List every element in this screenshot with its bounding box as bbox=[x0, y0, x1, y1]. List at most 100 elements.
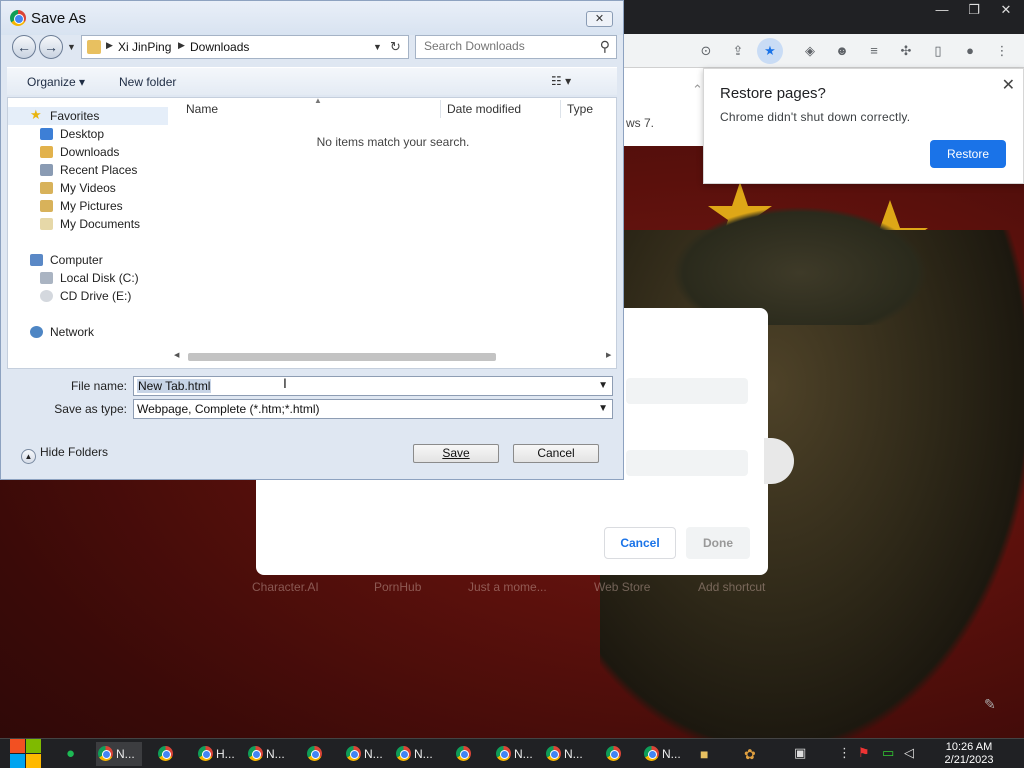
search-input[interactable] bbox=[424, 39, 594, 53]
taskbar-chrome-window[interactable]: N... bbox=[344, 742, 390, 766]
restore-title: Restore pages? bbox=[720, 85, 826, 102]
dialog-done-button[interactable]: Done bbox=[686, 527, 750, 559]
taskbar-file-explorer-icon[interactable]: ■ bbox=[700, 742, 720, 766]
taskbar-spotify-icon[interactable]: ● bbox=[66, 742, 86, 766]
profile-icon[interactable]: ● bbox=[960, 41, 980, 61]
taskbar-chrome-window[interactable] bbox=[604, 742, 634, 766]
taskbar-chrome-window[interactable]: N... bbox=[246, 742, 292, 766]
restore-button[interactable]: Restore bbox=[930, 140, 1006, 168]
lens-icon[interactable]: ⊙ bbox=[696, 41, 716, 61]
save-button[interactable]: Save bbox=[413, 444, 499, 463]
new-folder-button[interactable]: New folder bbox=[119, 75, 176, 89]
videos-folder-icon bbox=[40, 182, 53, 194]
forward-button[interactable]: → bbox=[39, 35, 63, 59]
taskbar-chrome-window[interactable] bbox=[454, 742, 484, 766]
sidebar-item-local-disk[interactable]: Local Disk (C:) bbox=[8, 269, 168, 287]
file-name-value[interactable]: New Tab.html bbox=[137, 379, 212, 393]
horizontal-scrollbar[interactable]: ◀ ▶ bbox=[168, 350, 616, 364]
chevron-down-icon[interactable]: ▼ bbox=[598, 380, 608, 391]
shortcut-label[interactable]: Character.AI bbox=[252, 580, 319, 594]
close-icon[interactable]: ✕ bbox=[586, 11, 613, 27]
chevron-down-icon[interactable]: ▼ bbox=[598, 403, 608, 414]
shortcut-label[interactable]: Add shortcut bbox=[698, 580, 765, 594]
back-button[interactable]: ← bbox=[12, 35, 36, 59]
shortcut-label[interactable]: Just a mome... bbox=[468, 580, 547, 594]
taskbar-chrome-window[interactable] bbox=[156, 742, 186, 766]
column-type[interactable]: Type bbox=[567, 102, 593, 116]
sidebar-item-my-videos[interactable]: My Videos bbox=[8, 179, 168, 197]
shortcut-label[interactable]: PornHub bbox=[374, 580, 421, 594]
search-box[interactable]: ⚲ bbox=[415, 35, 617, 59]
column-date-modified[interactable]: Date modified bbox=[447, 102, 521, 116]
search-icon[interactable]: ⚲ bbox=[600, 38, 610, 55]
taskbar-chrome-window[interactable]: N... bbox=[96, 742, 142, 766]
column-divider[interactable] bbox=[440, 100, 441, 118]
close-window-button[interactable]: ✕ bbox=[990, 0, 1022, 20]
minimize-button[interactable]: — bbox=[926, 0, 958, 20]
sidebar-item-favorites[interactable]: ★ Favorites bbox=[8, 107, 168, 125]
bookmark-star-icon[interactable]: ★ bbox=[757, 38, 783, 64]
refresh-icon[interactable]: ↻ bbox=[390, 39, 401, 55]
sidebar-item-network[interactable]: Network bbox=[8, 323, 168, 341]
organize-menu[interactable]: Organize ▾ bbox=[27, 75, 85, 89]
tray-overflow-icon[interactable]: ⋮ bbox=[838, 745, 851, 761]
start-button[interactable] bbox=[10, 739, 42, 768]
shortcut-label[interactable]: Web Store bbox=[594, 580, 650, 594]
taskbar-chrome-window[interactable]: N... bbox=[494, 742, 540, 766]
taskbar-chrome-window[interactable]: N... bbox=[642, 742, 688, 766]
scroll-right-icon[interactable]: ▶ bbox=[606, 351, 611, 359]
sidebar-item-recent-places[interactable]: Recent Places bbox=[8, 161, 168, 179]
tray-network-icon[interactable]: ▭ bbox=[882, 745, 894, 761]
close-icon[interactable]: ✕ bbox=[1002, 75, 1015, 95]
tray-screenshot-icon[interactable]: ▣ bbox=[794, 745, 806, 761]
save-as-type-value[interactable]: Webpage, Complete (*.htm;*.html) bbox=[137, 402, 320, 416]
sidebar-item-computer[interactable]: Computer bbox=[8, 251, 168, 269]
taskbar-chrome-window[interactable]: H... bbox=[196, 742, 242, 766]
chrome-icon bbox=[496, 746, 511, 761]
share-icon[interactable]: ⇪ bbox=[728, 41, 748, 61]
address-bar[interactable]: ▶ Xi JinPing ▶ Downloads ▼ ↻ bbox=[81, 35, 409, 59]
restore-window-button[interactable]: ❐ bbox=[958, 0, 990, 20]
ublock-icon[interactable]: ◈ bbox=[800, 41, 820, 61]
tray-flag-icon[interactable]: ⚑ bbox=[858, 745, 870, 761]
cancel-button[interactable]: Cancel bbox=[513, 444, 599, 463]
tray-volume-icon[interactable]: ◁ bbox=[904, 745, 914, 761]
sidebar-item-my-pictures[interactable]: My Pictures bbox=[8, 197, 168, 215]
sidebar-item-label: Recent Places bbox=[60, 163, 138, 177]
dialog-input-2[interactable] bbox=[626, 450, 748, 476]
breadcrumb-item[interactable]: Xi JinPing bbox=[118, 40, 171, 54]
sidebar-item-label: My Videos bbox=[60, 181, 116, 195]
chevron-down-icon[interactable]: ▼ bbox=[373, 42, 382, 52]
scrollbar-thumb[interactable] bbox=[188, 353, 496, 361]
view-options-button[interactable]: ☷ ▾ bbox=[551, 74, 571, 88]
dialog-input-1[interactable] bbox=[626, 378, 748, 404]
taskbar-clock[interactable]: 10:26 AM 2/21/2023 bbox=[934, 741, 1004, 767]
customize-pencil-icon[interactable]: ✎ bbox=[984, 696, 996, 713]
extension-avatar-icon[interactable]: ☻ bbox=[832, 41, 852, 61]
hide-folders-toggle[interactable]: ▲ Hide Folders bbox=[21, 445, 108, 464]
recent-locations-dropdown[interactable]: ▼ bbox=[67, 42, 76, 52]
taskbar-chrome-window[interactable]: N... bbox=[394, 742, 440, 766]
taskbar-paint-icon[interactable]: ✿ bbox=[744, 742, 764, 766]
sidebar-item-downloads[interactable]: Downloads bbox=[8, 143, 168, 161]
taskbar-chrome-window[interactable]: N... bbox=[544, 742, 590, 766]
column-divider[interactable] bbox=[560, 100, 561, 118]
side-panel-icon[interactable]: ▯ bbox=[928, 41, 948, 61]
dialog-cancel-button[interactable]: Cancel bbox=[604, 527, 676, 559]
extensions-puzzle-icon[interactable]: ✣ bbox=[896, 41, 916, 61]
extension-flag-icon[interactable]: ≡ bbox=[864, 41, 884, 61]
network-icon bbox=[30, 326, 43, 338]
breadcrumb-item[interactable]: Downloads bbox=[190, 40, 249, 54]
downloads-folder-icon bbox=[40, 146, 53, 158]
column-name[interactable]: Name bbox=[186, 102, 218, 116]
menu-kebab-icon[interactable]: ⋮ bbox=[992, 41, 1012, 61]
scroll-left-icon[interactable]: ◀ bbox=[174, 351, 179, 359]
taskbar-chrome-window[interactable] bbox=[305, 742, 335, 766]
save-as-type-select[interactable]: Webpage, Complete (*.htm;*.html) ▼ bbox=[133, 399, 613, 419]
chevron-right-icon[interactable]: ▶ bbox=[178, 40, 185, 51]
sidebar-item-cd-drive[interactable]: CD Drive (E:) bbox=[8, 287, 168, 305]
chevron-right-icon[interactable]: ▶ bbox=[106, 40, 113, 51]
file-name-field[interactable]: New Tab.html ▼ bbox=[133, 376, 613, 396]
sidebar-item-my-documents[interactable]: My Documents bbox=[8, 215, 168, 233]
sidebar-item-desktop[interactable]: Desktop bbox=[8, 125, 168, 143]
